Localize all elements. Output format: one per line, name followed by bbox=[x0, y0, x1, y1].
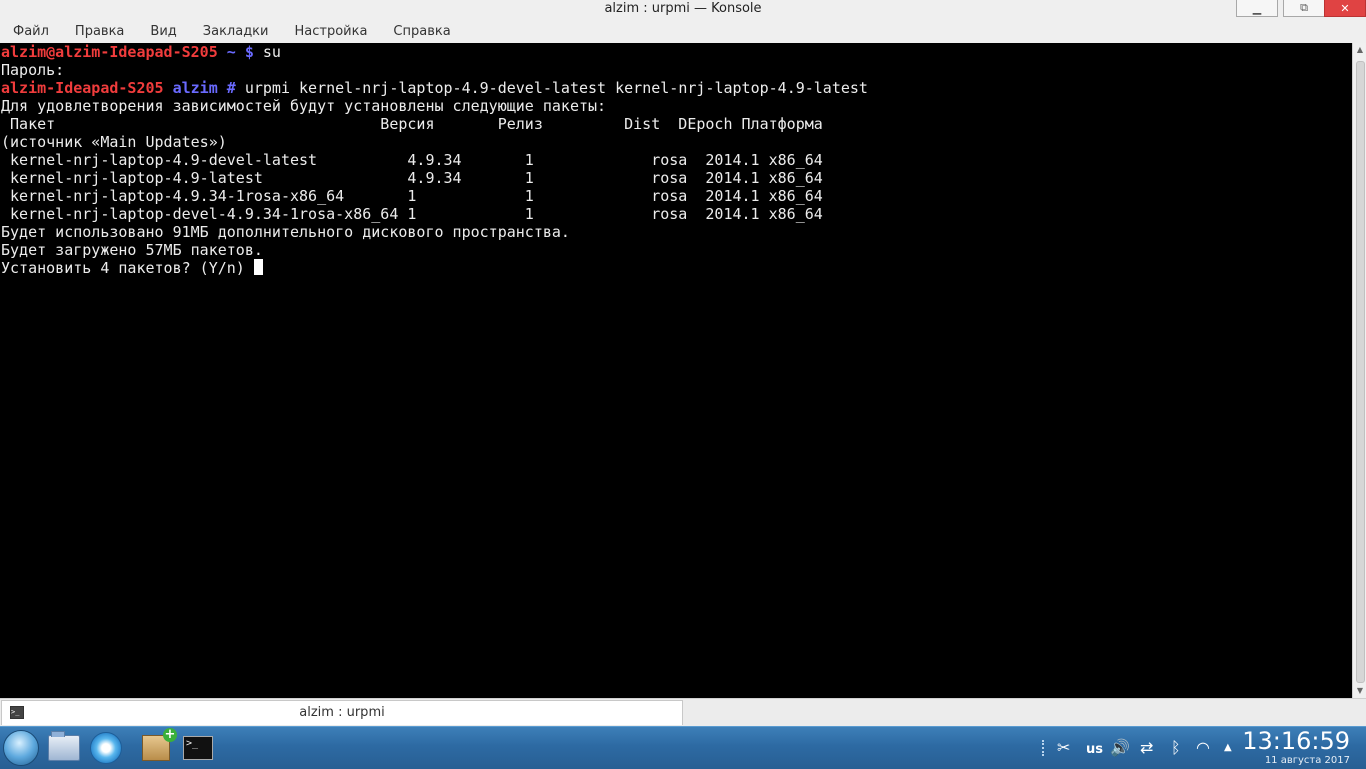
minimize-button[interactable]: ▁ bbox=[1236, 0, 1278, 17]
table-row: kernel-nrj-laptop-4.9-devel-latest 4.9.3… bbox=[1, 151, 823, 169]
terminal-line-confirm: Установить 4 пакетов? (Y/n) bbox=[1, 259, 263, 277]
menu-settings[interactable]: Настройка bbox=[281, 22, 380, 42]
rosa-menu-button[interactable] bbox=[3, 730, 39, 766]
tray-separator bbox=[1042, 740, 1050, 756]
prompt-root-path: alzim # bbox=[163, 79, 236, 97]
minimize-icon: ▁ bbox=[1252, 1, 1262, 15]
window-titlebar: alzim : urpmi — Konsole Файл Правка Вид … bbox=[0, 0, 1366, 44]
table-row: kernel-nrj-laptop-4.9-latest 4.9.34 1 ro… bbox=[1, 169, 823, 187]
prompt-user-host: alzim@alzim-Ideapad-S205 bbox=[1, 43, 218, 61]
prompt-root-command: urpmi kernel-nrj-laptop-4.9-devel-latest… bbox=[235, 79, 868, 97]
prompt-path: ~ $ bbox=[217, 43, 254, 61]
browser-icon bbox=[90, 732, 122, 764]
scroll-down-icon[interactable]: ▼ bbox=[1353, 684, 1366, 698]
terminal-line-disk-usage: Будет использовано 91МБ дополнительного … bbox=[1, 223, 570, 241]
browser-button[interactable] bbox=[88, 730, 124, 766]
wifi-icon[interactable]: ◠ bbox=[1196, 738, 1210, 758]
confirm-prompt: Установить 4 пакетов? (Y/n) bbox=[1, 259, 254, 277]
konsole-button[interactable]: >_ bbox=[180, 730, 216, 766]
package-installer-button[interactable] bbox=[138, 728, 177, 766]
volume-icon[interactable]: 🔊 bbox=[1110, 738, 1130, 758]
rosa-menu-icon bbox=[3, 730, 39, 766]
scroll-thumb[interactable] bbox=[1356, 61, 1365, 683]
terminal-line-source: (источник «Main Updates») bbox=[1, 133, 227, 151]
clock-date: 11 августа 2017 bbox=[1264, 755, 1350, 766]
close-icon: ✕ bbox=[1340, 1, 1350, 15]
terminal-table-header: Пакет Версия Релиз Dist DEpoch Платформа bbox=[1, 115, 823, 133]
file-manager-button[interactable] bbox=[46, 730, 82, 766]
keyboard-layout-indicator[interactable]: us bbox=[1086, 740, 1103, 760]
clipboard-icon[interactable]: ✂ bbox=[1057, 738, 1070, 758]
bluetooth-icon[interactable]: ᛒ bbox=[1171, 738, 1181, 758]
menu-bar: Файл Правка Вид Закладки Настройка Справ… bbox=[0, 22, 464, 42]
menu-edit[interactable]: Правка bbox=[62, 22, 137, 42]
table-row: kernel-nrj-laptop-devel-4.9.34-1rosa-x86… bbox=[1, 205, 823, 223]
menu-help[interactable]: Справка bbox=[380, 22, 463, 42]
menu-view[interactable]: Вид bbox=[137, 22, 189, 42]
terminal-view[interactable]: alzim@alzim-Ideapad-S205 ~ $ su Пароль: … bbox=[0, 43, 1352, 698]
tab-alzim-urpmi[interactable]: >_ alzim : urpmi bbox=[1, 700, 683, 725]
tray-expand-icon[interactable]: ▲ bbox=[1224, 738, 1232, 758]
terminal-line-prompt-su: alzim@alzim-Ideapad-S205 ~ $ su bbox=[1, 43, 281, 61]
tab-label: alzim : urpmi bbox=[299, 705, 385, 720]
restore-icon: ⧉ bbox=[1300, 1, 1308, 14]
clock-time: 13:16:59 bbox=[1242, 727, 1350, 755]
terminal-line-deps: Для удовлетворения зависимостей будут ус… bbox=[1, 97, 607, 115]
prompt-root-host: alzim-Ideapad-S205 bbox=[1, 79, 164, 97]
terminal-line-download-size: Будет загружено 57МБ пакетов. bbox=[1, 241, 263, 259]
close-button[interactable]: ✕ bbox=[1324, 0, 1366, 17]
digital-clock[interactable]: 13:16:59 11 августа 2017 bbox=[1242, 727, 1350, 767]
terminal-line-password: Пароль: bbox=[1, 61, 65, 79]
terminal-line-prompt-urpmi: alzim-Ideapad-S205 alzim # urpmi kernel-… bbox=[1, 79, 868, 97]
network-icon[interactable]: ⇄ bbox=[1140, 738, 1153, 758]
window-controls: ▁ ⧉ ✕ bbox=[1231, 0, 1366, 17]
maximize-button[interactable]: ⧉ bbox=[1283, 0, 1325, 17]
file-manager-icon bbox=[48, 731, 80, 761]
window-title: alzim : urpmi — Konsole bbox=[604, 1, 762, 16]
menu-bookmarks[interactable]: Закладки bbox=[190, 22, 282, 42]
menu-file[interactable]: Файл bbox=[0, 22, 62, 42]
package-installer-icon bbox=[142, 728, 177, 761]
konsole-tab-bar: >_ alzim : urpmi bbox=[0, 698, 1366, 727]
konsole-icon: >_ bbox=[183, 736, 213, 760]
scroll-up-icon[interactable]: ▲ bbox=[1353, 43, 1366, 57]
taskbar-panel: >_ ✂ us 🔊 ⇄ ᛒ ◠ ▲ 13:16:59 11 августа 20… bbox=[0, 726, 1366, 769]
prompt-command: su bbox=[253, 43, 281, 61]
terminal-scrollbar[interactable]: ▲ ▼ bbox=[1352, 43, 1366, 698]
table-row: kernel-nrj-laptop-4.9.34-1rosa-x86_64 1 … bbox=[1, 187, 823, 205]
text-cursor bbox=[253, 259, 263, 275]
